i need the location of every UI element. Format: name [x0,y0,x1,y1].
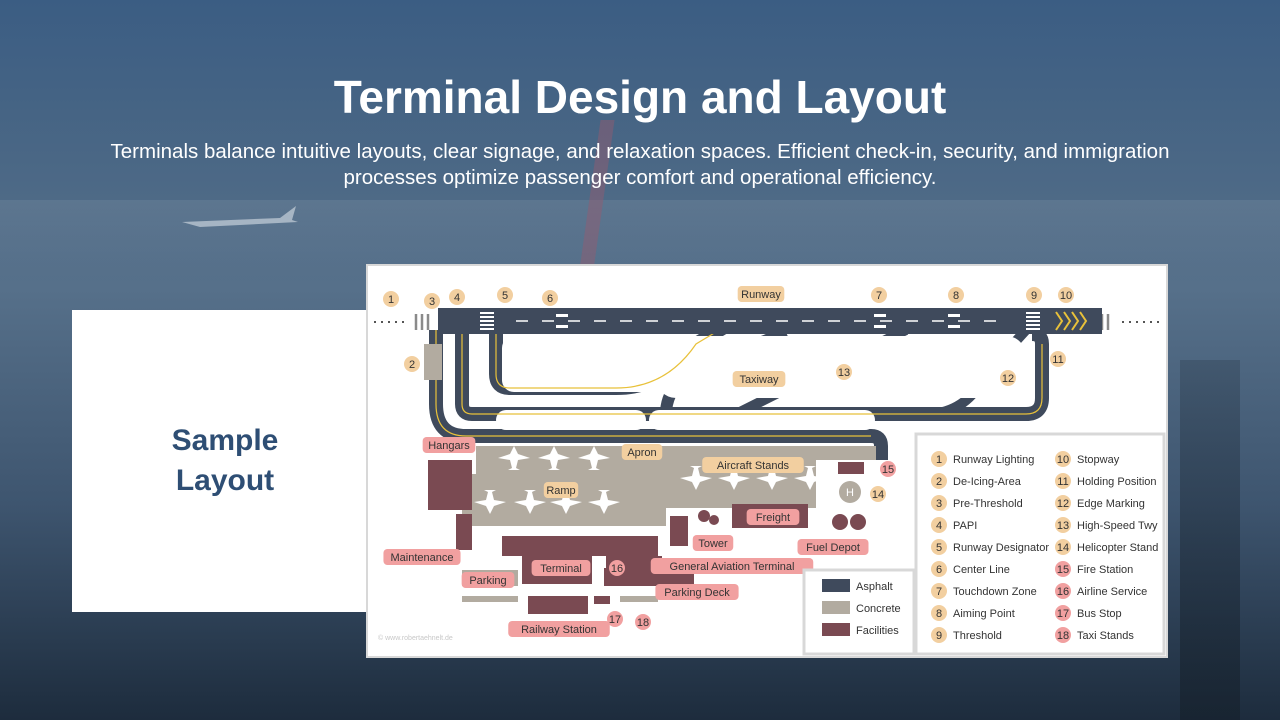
legend-number: 12 [1057,498,1069,510]
runway-surface [438,308,1102,334]
label-parking-deck: Parking Deck [664,587,730,599]
legend-number: 16 [1057,586,1069,598]
surface-key-label: Facilities [856,625,899,637]
marker-4: 4 [454,292,460,304]
label-hangars: Hangars [428,440,470,452]
legend-item-label: Helicopter Stand [1077,542,1158,554]
label-freight: Freight [756,512,790,524]
surface-key: Asphalt Concrete Facilities [822,579,901,637]
legend-number: 15 [1057,564,1069,576]
slide-title: Terminal Design and Layout [333,71,947,123]
label-railway-station: Railway Station [521,624,597,636]
label-fuel-depot: Fuel Depot [806,542,860,554]
label-maintenance: Maintenance [391,552,454,564]
legend-item-label: Taxi Stands [1077,630,1134,642]
label-aircraft-stands: Aircraft Stands [717,460,790,472]
legend-item-label: Fire Station [1077,564,1133,576]
image-credit: © www.robertaehnelt.de [378,634,453,642]
marker-9: 9 [1031,290,1037,302]
legend-item-label: PAPI [953,520,977,532]
marker-17: 17 [609,614,621,626]
legend-number: 10 [1057,454,1069,466]
legend-number: 4 [936,520,942,532]
marker-3: 3 [429,296,435,308]
legend-item-label: Aiming Point [953,608,1015,620]
maintenance-building [456,514,472,550]
marker-12: 12 [1002,373,1014,385]
legend-item-label: Runway Lighting [953,454,1034,466]
legend-item-label: Airline Service [1077,586,1147,598]
legend-number: 2 [936,476,942,488]
surface-swatch [822,623,850,636]
surface-swatch [822,579,850,592]
surface-key-label: Concrete [856,603,901,615]
fire-station-building [838,462,864,474]
legend-item-label: Bus Stop [1077,608,1122,620]
de-icing-area [424,344,442,380]
helipad-letter: H [846,487,854,499]
marker-18: 18 [637,617,649,629]
marker-2: 2 [409,359,415,371]
label-ramp: Ramp [546,485,575,497]
legend-item-label: Edge Marking [1077,498,1145,510]
legend-item-label: Touchdown Zone [953,586,1037,598]
marker-15: 15 [882,464,894,476]
legend-item-label: Pre-Threshold [953,498,1023,510]
marker-13: 13 [838,367,850,379]
legend-number: 18 [1057,630,1069,642]
marker-10: 10 [1060,290,1072,302]
label-taxiway: Taxiway [739,374,779,386]
surface-key-label: Asphalt [856,581,893,593]
side-label: Sample Layout [171,424,279,497]
legend-item-label: De-Icing-Area [953,476,1022,488]
legend-number: 3 [936,498,942,510]
marker-8: 8 [953,290,959,302]
railway-station-building [528,596,588,614]
tower-building [698,510,710,522]
label-terminal: Terminal [540,563,582,575]
airport-layout-diagram: H Runway Taxiway Hangars Apron Aircraft Stan… [364,262,1170,660]
slide-subtitle: Terminals balance intuitive layouts, cle… [110,140,1170,189]
marker-1: 1 [388,294,394,306]
legend-item-label: Threshold [953,630,1002,642]
legend-item-label: High-Speed Twy [1077,520,1158,532]
marker-7: 7 [876,290,882,302]
legend-number: 7 [936,586,942,598]
legend-number: 6 [936,564,942,576]
label-general-aviation-terminal: General Aviation Terminal [670,561,795,573]
legend-number: 5 [936,542,942,554]
bus-stop-shelter [594,596,610,604]
legend-item-label: Holding Position [1077,476,1157,488]
general-aviation-building [670,516,688,546]
marker-6: 6 [547,293,553,305]
marker-11: 11 [1052,354,1063,366]
legend-item-label: Center Line [953,564,1010,576]
background-structure [1180,360,1240,720]
hangars-building [428,460,472,510]
fuel-tank-b [850,514,866,530]
marker-16: 16 [611,563,623,575]
legend-number: 8 [936,608,942,620]
terminal-pier [502,536,658,556]
label-tower: Tower [698,538,728,550]
fuel-tank-a [832,514,848,530]
background-airplane [182,206,298,227]
marker-5: 5 [502,290,508,302]
legend-number: 1 [936,454,942,466]
airport-diagram-svg: H Runway Taxiway Hangars Apron Aircraft Stan… [364,262,1170,660]
label-parking: Parking [469,575,506,587]
legend-item-label: Stopway [1077,454,1120,466]
legend-item-label: Runway Designator [953,542,1049,554]
surface-swatch [822,601,850,614]
side-label-card: Sample Layout [72,310,378,612]
legend-number: 11 [1057,476,1068,488]
label-runway: Runway [741,289,781,301]
legend-number: 17 [1057,608,1069,620]
marker-14: 14 [872,489,884,501]
legend-number: 13 [1057,520,1069,532]
legend-number: 14 [1057,542,1069,554]
label-apron: Apron [627,447,656,459]
legend-number: 9 [936,630,942,642]
